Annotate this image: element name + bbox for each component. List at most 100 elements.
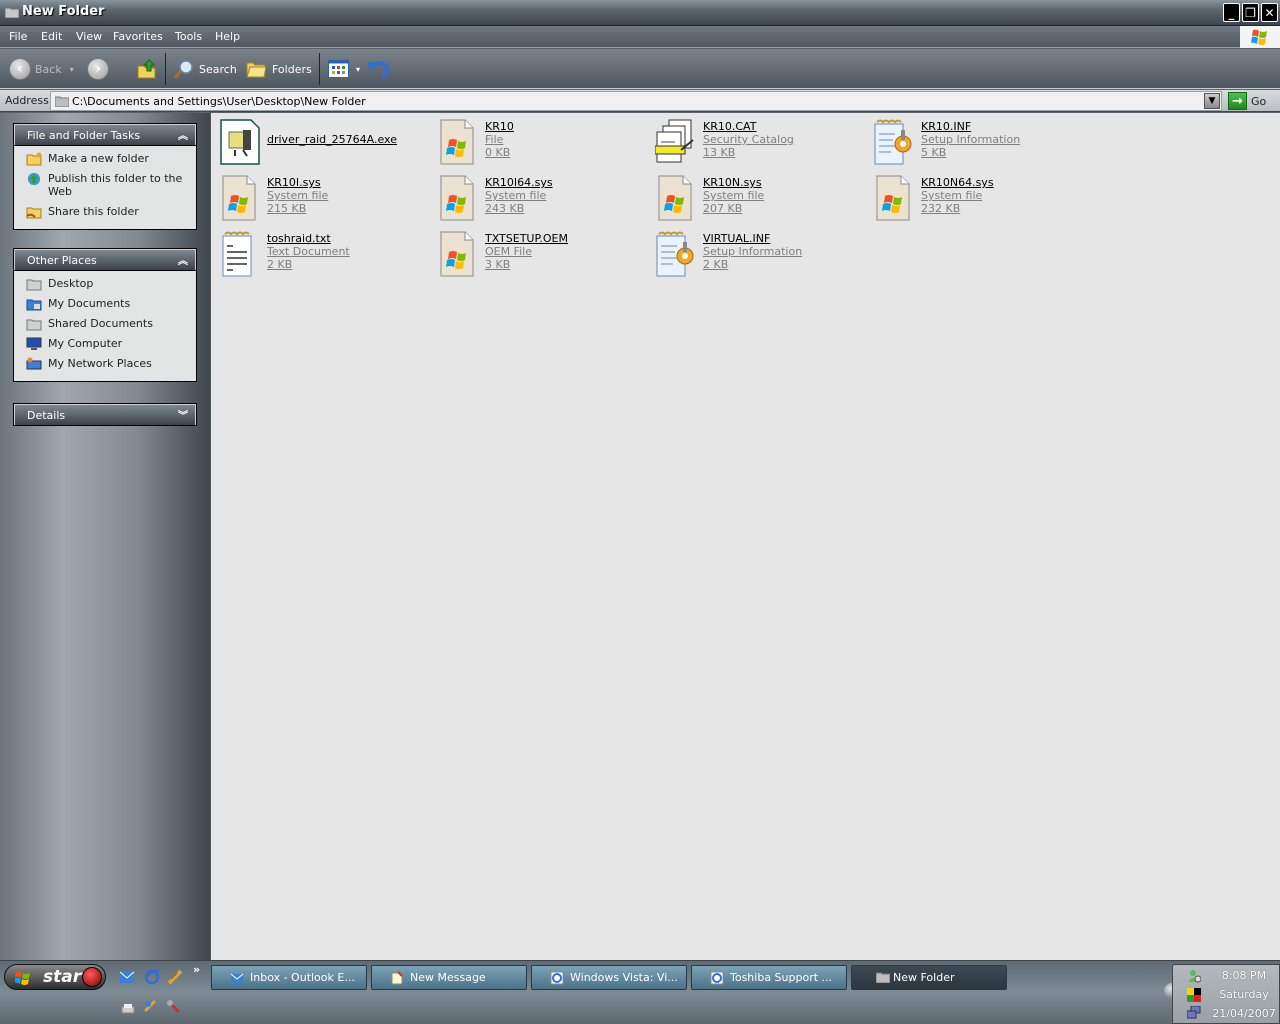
menu-help[interactable]: Help [215, 30, 240, 43]
my-computer-icon [26, 337, 42, 350]
panel-title: File and Folder Tasks [27, 129, 141, 142]
place-my-documents[interactable]: My Documents [14, 297, 196, 311]
menu-favorites[interactable]: Favorites [113, 30, 163, 43]
folders-button[interactable]: Folders [246, 57, 312, 81]
views-button[interactable]: ▾ [328, 57, 360, 81]
file-type: Text Document [267, 245, 350, 258]
file-name[interactable]: VIRTUAL.INF [703, 232, 770, 245]
address-value: C:\Documents and Settings\User\Desktop\N… [72, 95, 366, 108]
file-item[interactable]: KR10N64.sys System file 232 KB [873, 174, 1083, 226]
exe-installer-icon [219, 118, 261, 166]
place-desktop[interactable]: Desktop [14, 277, 196, 291]
go-button[interactable]: → Go [1228, 92, 1266, 110]
menu-view[interactable]: View [76, 30, 102, 43]
address-dropdown-button[interactable]: ▼ [1204, 93, 1220, 109]
color-tray-icon[interactable] [1187, 988, 1201, 1002]
internet-explorer-icon[interactable] [144, 969, 160, 985]
taskbar-button[interactable]: Windows Vista: Vi... [531, 965, 687, 990]
windows-logo [1240, 26, 1280, 48]
file-name[interactable]: toshraid.txt [267, 232, 331, 245]
outlook-express-icon[interactable] [119, 969, 135, 985]
place-my-network-places[interactable]: My Network Places [14, 357, 196, 370]
setup-info-icon [655, 230, 697, 278]
file-name[interactable]: KR10.INF [921, 120, 971, 133]
file-name[interactable]: KR10N64.sys [921, 176, 994, 189]
task-share-folder[interactable]: Share this folder [14, 205, 196, 219]
file-item[interactable]: VIRTUAL.INF Setup Information 2 KB [655, 230, 865, 282]
place-label: Desktop [48, 277, 94, 290]
file-item[interactable]: KR10 File 0 KB [437, 118, 647, 170]
desktop-icon [26, 279, 42, 291]
menu-tools[interactable]: Tools [175, 30, 202, 43]
file-list-view[interactable]: driver_raid_25764A.exe KR10 File 0 KB KR10.C… [210, 113, 1280, 960]
place-label: My Computer [48, 337, 123, 350]
file-name[interactable]: driver_raid_25764A.exe [267, 133, 397, 146]
file-size: 207 KB [703, 202, 743, 215]
close-button[interactable]: ✕ [1261, 3, 1278, 22]
network-connection-icon[interactable] [1187, 1006, 1201, 1020]
file-name[interactable]: KR10.CAT [703, 120, 756, 133]
menu-edit[interactable]: Edit [41, 30, 62, 43]
file-item[interactable]: KR10.INF Setup Information 5 KB [873, 118, 1083, 170]
shared-documents-icon [26, 319, 42, 331]
file-item[interactable]: KR10.CAT Security Catalog 13 KB [654, 118, 865, 170]
back-button[interactable]: ‹ Back ▾ [9, 57, 74, 81]
go-arrow-icon: → [1228, 92, 1247, 110]
taskbar-button[interactable]: Toshiba Support ... [691, 965, 847, 990]
task-publish-folder-web[interactable]: Publish this folder to the Web [14, 172, 196, 198]
panel-header[interactable]: File and Folder Tasks ︽ [14, 124, 196, 145]
taskbar-button-label: New Folder [893, 971, 955, 984]
file-type: System file [267, 189, 329, 202]
task-label: Publish this folder to the Web [48, 172, 183, 198]
wrench-tool-icon[interactable] [166, 999, 182, 1015]
file-size: 2 KB [703, 258, 729, 271]
window-title: New Folder [22, 4, 105, 19]
toolbar-separator [319, 53, 320, 85]
place-my-computer[interactable]: My Computer [14, 337, 196, 350]
file-item[interactable]: driver_raid_25764A.exe [219, 118, 429, 170]
messenger-status-icon[interactable] [1187, 969, 1201, 983]
file-item[interactable]: KR10I64.sys System file 243 KB [437, 174, 647, 226]
file-name[interactable]: KR10I.sys [267, 176, 321, 189]
minimize-button[interactable]: _ [1223, 3, 1240, 22]
file-item[interactable]: KR10I.sys System file 215 KB [219, 174, 429, 226]
up-folder-icon [137, 59, 156, 79]
menu-file[interactable]: File [9, 30, 27, 43]
search-button[interactable]: Search [173, 57, 237, 81]
file-size: 2 KB [267, 258, 293, 271]
expand-chevron-icon[interactable]: ︾ [178, 407, 188, 422]
system-file-icon [873, 174, 915, 222]
clock-time[interactable]: 8:08 PM [1209, 969, 1279, 982]
taskbar-button[interactable]: New Message [371, 965, 527, 990]
system-file-icon [437, 118, 479, 166]
start-button[interactable]: start [4, 964, 106, 990]
network-places-icon [26, 357, 42, 370]
collapse-chevron-icon[interactable]: ︽ [178, 127, 188, 142]
up-folder-button[interactable] [136, 57, 158, 81]
restore-button[interactable]: ❐ [1242, 3, 1259, 22]
panel-header[interactable]: Other Places ︽ [14, 249, 196, 270]
quick-launch-more-button[interactable]: » [193, 963, 200, 976]
taskbar-button[interactable]: Inbox - Outlook E... [211, 965, 367, 990]
panel-header[interactable]: Details ︾ [14, 404, 196, 425]
address-input[interactable]: C:\Documents and Settings\User\Desktop\N… [50, 91, 1222, 111]
place-shared-documents[interactable]: Shared Documents [14, 317, 196, 331]
quick-launch-app-icon[interactable] [167, 969, 183, 985]
search-label: Search [199, 62, 237, 76]
file-name[interactable]: TXTSETUP.OEM [485, 232, 568, 245]
file-item[interactable]: KR10N.sys System file 207 KB [655, 174, 865, 226]
file-item[interactable]: toshraid.txt Text Document 2 KB [219, 230, 429, 282]
back-dropdown-icon: ▾ [69, 64, 74, 74]
file-name[interactable]: KR10N.sys [703, 176, 762, 189]
undo-button[interactable] [366, 57, 390, 81]
printer-icon[interactable] [120, 1001, 136, 1017]
place-label: My Documents [48, 297, 131, 310]
file-item[interactable]: TXTSETUP.OEM OEM File 3 KB [437, 230, 647, 282]
task-make-new-folder[interactable]: Make a new folder [14, 152, 196, 166]
file-name[interactable]: KR10 [485, 120, 514, 133]
file-name[interactable]: KR10I64.sys [485, 176, 553, 189]
taskbar-button[interactable]: New Folder [851, 965, 1007, 990]
display-settings-icon[interactable] [143, 999, 159, 1015]
collapse-chevron-icon[interactable]: ︽ [178, 252, 188, 267]
forward-button[interactable]: › [87, 57, 109, 81]
